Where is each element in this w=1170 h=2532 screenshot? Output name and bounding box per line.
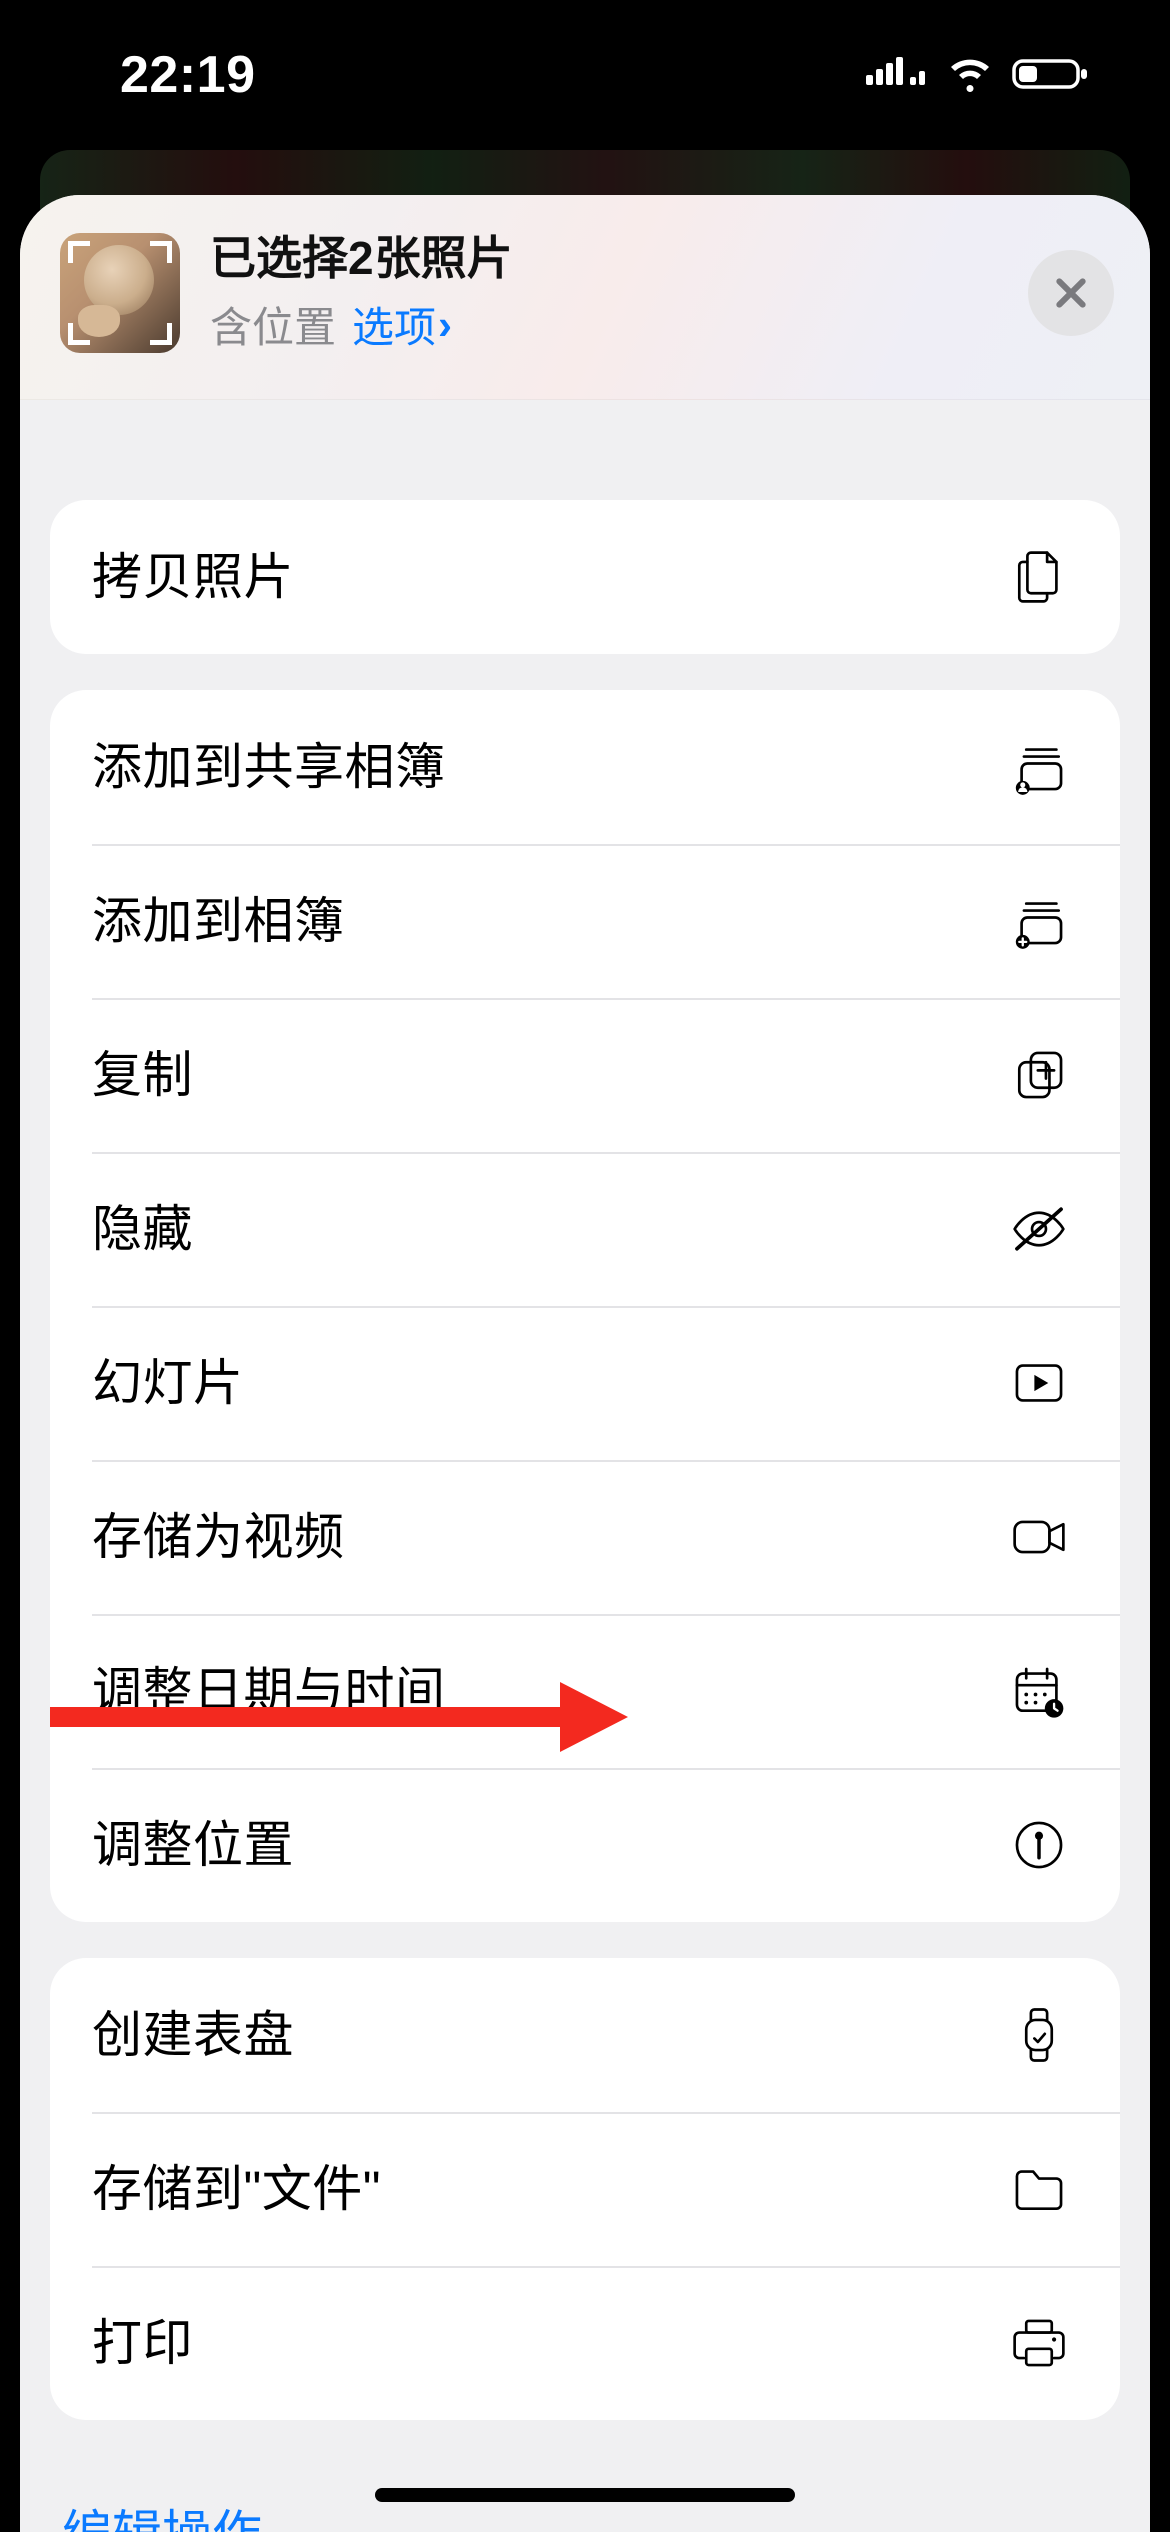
action-copy-photos[interactable]: 拷贝照片 (50, 500, 1120, 654)
action-label: 存储到"文件" (92, 2159, 381, 2219)
action-slideshow[interactable]: 幻灯片 (50, 1306, 1120, 1460)
action-label: 打印 (92, 2313, 193, 2373)
close-icon (1051, 273, 1091, 313)
sheet-body: 拷贝照片添加到共享相簿添加到相簿复制隐藏幻灯片存储为视频调整日期与时间调整位置创… (20, 400, 1150, 2532)
action-save-to-files[interactable]: 存储到"文件" (50, 2112, 1120, 2266)
action-save-as-video[interactable]: 存储为视频 (50, 1460, 1120, 1614)
action-label: 拷贝照片 (92, 547, 294, 607)
action-group: 拷贝照片 (50, 500, 1120, 654)
printer-icon (1006, 2310, 1072, 2376)
selection-thumbnail[interactable] (60, 233, 180, 353)
action-add-album[interactable]: 添加到相簿 (50, 844, 1120, 998)
action-group: 添加到共享相簿添加到相簿复制隐藏幻灯片存储为视频调整日期与时间调整位置 (50, 690, 1120, 1922)
action-label: 创建表盘 (92, 2005, 294, 2065)
action-label: 添加到相簿 (92, 891, 345, 951)
action-label: 调整位置 (92, 1815, 294, 1875)
action-adjust-datetime[interactable]: 调整日期与时间 (50, 1614, 1120, 1768)
home-indicator (375, 2488, 795, 2502)
watch-icon (1006, 2002, 1072, 2068)
action-label: 隐藏 (92, 1199, 193, 1259)
copy-doc-icon (1006, 544, 1072, 610)
header-subtitle: 含位置 (210, 294, 336, 355)
status-time: 22:19 (120, 45, 256, 105)
pin-circle-icon (1006, 1812, 1072, 1878)
share-sheet-header: 已选择2张照片 含位置 选项 › (20, 195, 1150, 400)
action-hide[interactable]: 隐藏 (50, 1152, 1120, 1306)
share-sheet: 已选择2张照片 含位置 选项 › 拷贝照片添加到共享相簿添加到相簿复制隐藏幻灯片… (20, 195, 1150, 2532)
cellular-dual-icon (866, 53, 928, 98)
action-label: 调整日期与时间 (92, 1661, 446, 1721)
battery-icon (1012, 53, 1090, 98)
calendar-clock-icon (1006, 1658, 1072, 1724)
action-duplicate[interactable]: 复制 (50, 998, 1120, 1152)
action-label: 添加到共享相簿 (92, 737, 446, 797)
wifi-icon (946, 53, 994, 98)
status-icons (866, 53, 1090, 98)
header-title: 已选择2张照片 (210, 231, 1028, 286)
folder-icon (1006, 2156, 1072, 2222)
video-icon (1006, 1504, 1072, 1570)
action-print[interactable]: 打印 (50, 2266, 1120, 2420)
slideshow-icon (1006, 1350, 1072, 1416)
action-label: 幻灯片 (92, 1353, 244, 1413)
chevron-right-icon: › (438, 301, 452, 349)
add-album-icon (1006, 888, 1072, 954)
action-add-shared-album[interactable]: 添加到共享相簿 (50, 690, 1120, 844)
close-button[interactable] (1028, 250, 1114, 336)
action-create-watchface[interactable]: 创建表盘 (50, 1958, 1120, 2112)
status-bar: 22:19 (0, 0, 1170, 150)
action-adjust-location[interactable]: 调整位置 (50, 1768, 1120, 1922)
action-label: 复制 (92, 1045, 193, 1105)
action-group: 创建表盘存储到"文件" 打印 (50, 1958, 1120, 2420)
shared-album-icon (1006, 734, 1072, 800)
duplicate-icon (1006, 1042, 1072, 1108)
hide-icon (1006, 1196, 1072, 1262)
options-button[interactable]: 选项 › (352, 294, 452, 355)
action-label: 存储为视频 (92, 1507, 345, 1567)
